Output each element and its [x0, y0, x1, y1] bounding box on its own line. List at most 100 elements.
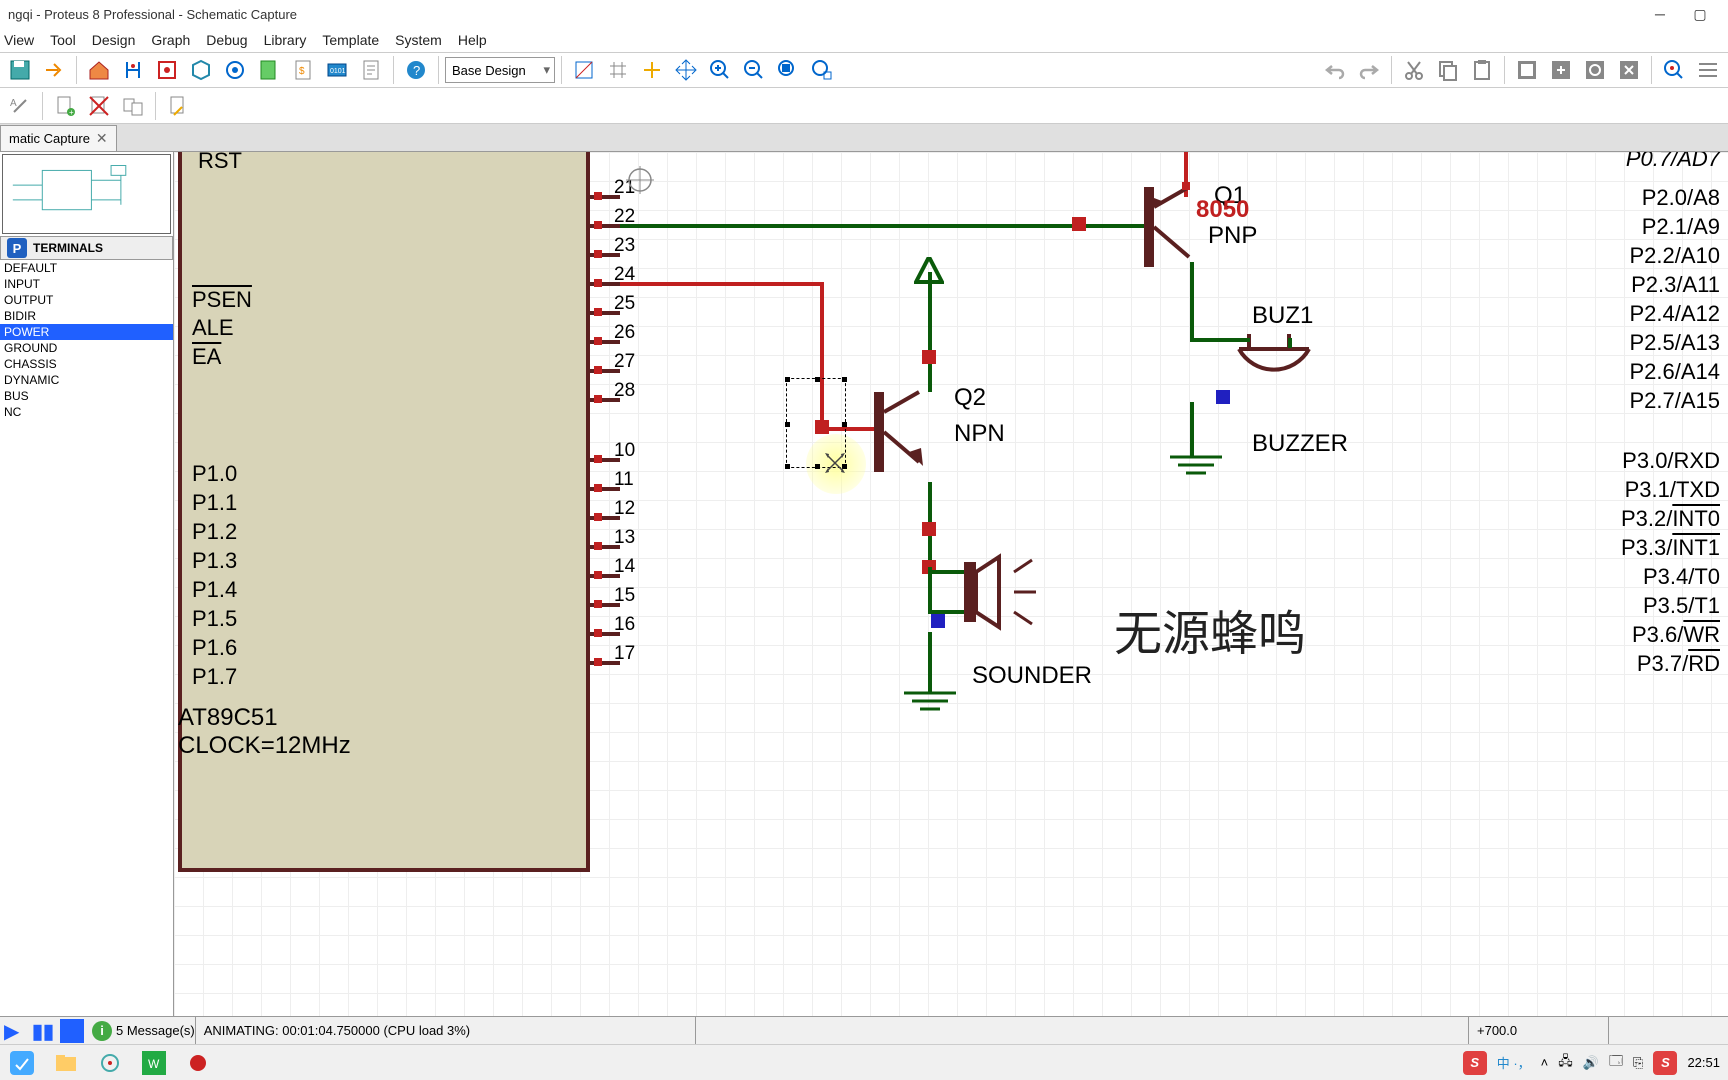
tab-schematic[interactable]: matic Capture ✕	[0, 125, 117, 151]
record-icon[interactable]	[184, 1049, 212, 1077]
copy-icon[interactable]	[1432, 54, 1464, 86]
save-icon[interactable]	[4, 54, 36, 86]
new-sheet-icon[interactable]: +	[49, 90, 81, 122]
redo-icon[interactable]	[1353, 54, 1385, 86]
sounder-component[interactable]	[959, 552, 1069, 632]
menu-tool[interactable]: Tool	[50, 32, 76, 48]
design-explorer-icon[interactable]	[253, 54, 285, 86]
schematic-icon[interactable]	[117, 54, 149, 86]
volume-icon[interactable]: 🔊	[1583, 1055, 1599, 1071]
align-icon[interactable]	[1692, 54, 1724, 86]
pause-button[interactable]: ▮▮	[32, 1019, 56, 1043]
pin-label: P3.3/INT1	[462, 535, 1720, 561]
pin-label: P2.4/A12	[464, 301, 1720, 327]
p-icon[interactable]: P	[7, 238, 27, 258]
pin-label: P3.6/WR	[470, 622, 1720, 648]
message-count[interactable]: 5 Message(s)	[116, 1023, 195, 1038]
help-icon[interactable]: ?	[400, 54, 432, 86]
stop-button[interactable]	[60, 1019, 84, 1043]
zoom-area-icon[interactable]	[806, 54, 838, 86]
3d-icon[interactable]	[185, 54, 217, 86]
list-item[interactable]: DEFAULT	[0, 260, 173, 276]
home-icon[interactable]	[83, 54, 115, 86]
redraw-icon[interactable]	[568, 54, 600, 86]
list-item[interactable]: INPUT	[0, 276, 173, 292]
pan-icon[interactable]	[670, 54, 702, 86]
origin-icon[interactable]	[636, 54, 668, 86]
list-item-selected[interactable]: POWER	[0, 324, 173, 340]
tray-ext-icon[interactable]: ⎘	[1633, 1055, 1643, 1071]
schematic-canvas[interactable]: RST P0.7/AD7 PSEN ALE EA P1.0 P1.1 P1.2 …	[174, 152, 1728, 1016]
delete-sheet-icon[interactable]	[83, 90, 115, 122]
app1-icon[interactable]	[8, 1049, 36, 1077]
select-mode-icon[interactable]: A	[4, 90, 36, 122]
terminals-list[interactable]: DEFAULT INPUT OUTPUT BIDIR POWER GROUND …	[0, 260, 173, 1016]
list-item[interactable]: DYNAMIC	[0, 372, 173, 388]
pick-icon[interactable]	[1658, 54, 1690, 86]
paste-icon[interactable]	[1466, 54, 1498, 86]
minimize-button[interactable]: ─	[1640, 0, 1680, 28]
svg-text:W: W	[148, 1057, 160, 1071]
tray-bt-icon[interactable]: 🗔	[1609, 1052, 1623, 1074]
sogou-ime-icon2[interactable]: S	[1653, 1051, 1677, 1075]
network-icon[interactable]: 🖧	[1558, 1052, 1573, 1074]
pin-label: P3.4/T0	[474, 564, 1720, 590]
menu-help[interactable]: Help	[458, 32, 487, 48]
zoom-out-icon[interactable]	[738, 54, 770, 86]
pin-label: ALE	[192, 315, 234, 341]
windows-taskbar[interactable]: W S 中 ·， ˄ 🖧 🔊 🗔 ⎘ S 22:51	[0, 1044, 1728, 1080]
grid-icon[interactable]	[602, 54, 634, 86]
list-item[interactable]: GROUND	[0, 340, 173, 356]
clock[interactable]: 22:51	[1687, 1055, 1720, 1070]
goto-sheet-icon[interactable]	[117, 90, 149, 122]
app4-icon[interactable]: W	[140, 1049, 168, 1077]
menu-library[interactable]: Library	[264, 32, 307, 48]
zoom-sheet-icon[interactable]	[162, 90, 194, 122]
list-item[interactable]: BUS	[0, 388, 173, 404]
cut-icon[interactable]	[1398, 54, 1430, 86]
menu-view[interactable]: View	[4, 32, 34, 48]
buzzer-component[interactable]	[1234, 334, 1314, 424]
info-icon[interactable]: i	[92, 1021, 112, 1041]
block-copy-icon[interactable]	[1511, 54, 1543, 86]
proteus-icon[interactable]	[96, 1049, 124, 1077]
menu-system[interactable]: System	[395, 32, 442, 48]
notes-icon[interactable]	[355, 54, 387, 86]
maximize-button[interactable]: ▢	[1680, 0, 1720, 28]
bom-icon[interactable]: $	[287, 54, 319, 86]
play-button[interactable]: ▶	[4, 1019, 28, 1043]
close-project-icon[interactable]	[38, 54, 70, 86]
undo-icon[interactable]	[1319, 54, 1351, 86]
list-item[interactable]: BIDIR	[0, 308, 173, 324]
block-delete-icon[interactable]	[1613, 54, 1645, 86]
menu-template[interactable]: Template	[322, 32, 379, 48]
menu-design[interactable]: Design	[92, 32, 136, 48]
svg-text:0101: 0101	[330, 68, 346, 75]
list-item[interactable]: NC	[0, 404, 173, 420]
pin-label: P3.2/INT0	[462, 506, 1720, 532]
gerber-icon[interactable]	[219, 54, 251, 86]
explorer-icon[interactable]	[52, 1049, 80, 1077]
power-arrow-icon	[914, 257, 944, 287]
pin-label: P3.1/TXD	[458, 477, 1720, 503]
block-move-icon[interactable]	[1545, 54, 1577, 86]
pin-label: P1.6	[192, 635, 237, 661]
zoom-all-icon[interactable]	[772, 54, 804, 86]
menu-graph[interactable]: Graph	[151, 32, 190, 48]
list-item[interactable]: OUTPUT	[0, 292, 173, 308]
pcb-icon[interactable]	[151, 54, 183, 86]
zoom-in-icon[interactable]	[704, 54, 736, 86]
ime-status[interactable]: 中 ·，	[1497, 1053, 1531, 1072]
tab-close-icon[interactable]: ✕	[96, 130, 108, 147]
pin-label: P2.7/A15	[464, 388, 1720, 414]
design-variant-combo[interactable]: Base Design	[445, 57, 555, 83]
buzzer-ref: BUZ1	[1252, 302, 1313, 330]
block-rotate-icon[interactable]	[1579, 54, 1611, 86]
list-item[interactable]: CHASSIS	[0, 356, 173, 372]
schematic-preview[interactable]	[2, 154, 171, 234]
sogou-ime-icon[interactable]: S	[1463, 1051, 1487, 1075]
menu-debug[interactable]: Debug	[206, 32, 247, 48]
sounder-label: SOUNDER	[972, 662, 1092, 690]
tray-up-icon[interactable]: ˄	[1541, 1055, 1549, 1070]
code-icon[interactable]: 0101	[321, 54, 353, 86]
